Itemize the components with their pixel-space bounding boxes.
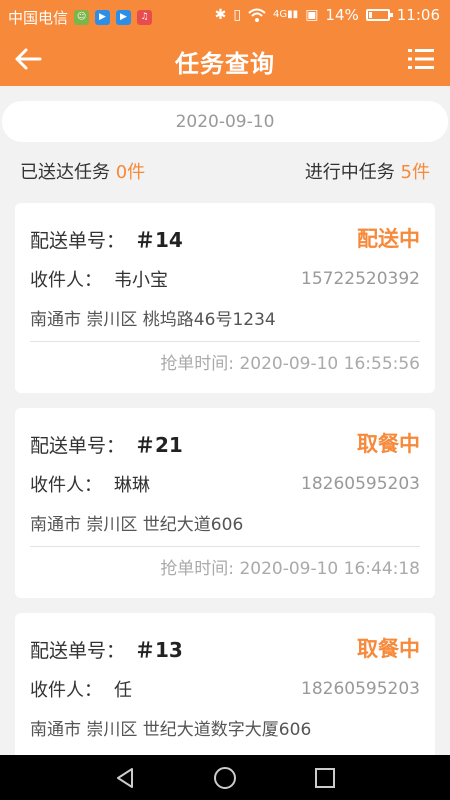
delivery-address: 南通市 崇川区 桃坞路46号1234 — [30, 310, 276, 330]
app-bar: 任务查询 — [0, 32, 450, 86]
battery-icon — [365, 9, 393, 21]
recipient-phone[interactable]: 15722520392 — [301, 269, 420, 289]
vibrate-icon: ▯ — [233, 7, 242, 23]
task-summary: 已送达任务 0件 进行中任务 5件 — [20, 158, 430, 184]
system-nav-bar — [0, 755, 450, 800]
music-app-icon: ♫ — [137, 10, 153, 25]
battery-level — [368, 12, 372, 18]
sim-icon: ▣ — [305, 7, 319, 23]
order-status: 取餐中 — [357, 637, 420, 661]
video-app-icon: ▶ — [95, 10, 111, 25]
page-title: 任务查询 — [175, 50, 275, 78]
battery-percent: 14% — [325, 6, 359, 24]
recipient-label: 收件人： — [30, 680, 102, 701]
grab-time: 抢单时间: 2020-09-10 16:55:56 — [160, 354, 420, 374]
order-number-label: 配送单号： — [30, 639, 126, 662]
in-progress-label: 进行中任务 — [304, 162, 395, 183]
status-bar: 中国电信 ☺ ▶ ▶ ♫ ✱ ▯ 4G▮▮ ▣ 14% 11:06 — [0, 0, 450, 32]
order-number: ＃21 — [135, 432, 183, 457]
delivery-address: 南通市 崇川区 世纪大道606 — [30, 515, 244, 535]
order-number: ＃14 — [135, 227, 183, 252]
card-divider — [30, 546, 420, 547]
delivered-summary: 已送达任务 0件 — [20, 158, 145, 184]
recipient-phone[interactable]: 18260595203 — [301, 474, 420, 494]
recipient-name: 任 — [114, 680, 132, 701]
delivered-label: 已送达任务 — [20, 162, 110, 183]
order-number-label: 配送单号： — [30, 229, 126, 252]
wifi-icon — [248, 8, 266, 22]
order-card[interactable]: 配送单号： ＃21 取餐中 收件人： 琳琳 18260595203 南通市 崇川区 … — [15, 408, 435, 598]
in-progress-summary: 进行中任务 5件 — [305, 158, 430, 184]
video-app-icon-2: ▶ — [116, 10, 132, 25]
order-status: 取餐中 — [357, 432, 420, 456]
grab-time: 抢单时间: 2020-09-10 16:44:18 — [160, 559, 420, 579]
recipient-label: 收件人： — [30, 475, 102, 496]
order-status: 配送中 — [357, 227, 420, 251]
signal-4g-icon: 4G▮▮ — [273, 9, 299, 20]
recipient-name: 琳琳 — [114, 475, 150, 496]
date-picker[interactable]: 2020-09-10 — [2, 101, 448, 142]
frog-app-icon: ☺ — [74, 10, 90, 25]
order-card[interactable]: 配送单号： ＃13 取餐中 收件人： 任 18260595203 南通市 崇川区 世… — [15, 613, 435, 763]
list-menu-icon[interactable] — [406, 44, 436, 74]
signal-4g-label: 4G — [273, 9, 288, 20]
date-value: 2020-09-10 — [175, 111, 275, 132]
recipient-name: 韦小宝 — [114, 270, 168, 291]
order-number-label: 配送单号： — [30, 434, 126, 457]
circle-home-icon[interactable] — [213, 766, 237, 790]
in-progress-count: 5件 — [400, 162, 430, 183]
order-card[interactable]: 配送单号： ＃14 配送中 收件人： 韦小宝 15722520392 南通市 崇川区… — [15, 203, 435, 393]
recipient-phone[interactable]: 18260595203 — [301, 679, 420, 699]
order-number: ＃13 — [135, 637, 183, 662]
carrier-name: 中国电信 — [8, 9, 69, 27]
delivery-address: 南通市 崇川区 世纪大道数字大厦606 — [30, 720, 312, 740]
bluetooth-icon: ✱ — [214, 7, 227, 23]
delivered-count: 0件 — [115, 162, 146, 183]
recipient-label: 收件人： — [30, 270, 102, 291]
card-divider — [30, 341, 420, 342]
clock: 11:06 — [396, 6, 440, 24]
square-recent-icon[interactable] — [313, 766, 337, 790]
triangle-back-icon[interactable] — [113, 766, 137, 790]
